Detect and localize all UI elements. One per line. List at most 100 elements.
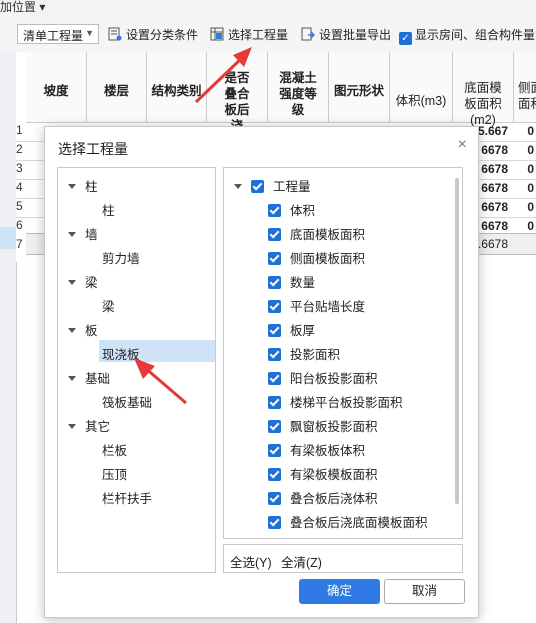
column-header[interactable]: 体积(m3) [390,52,453,123]
top-menu-strip: 加位置 ▾ [0,0,536,16]
export-icon [301,27,315,41]
row-number: 5 [16,199,23,213]
column-header[interactable]: 结构类别 [147,52,207,123]
select-all-button[interactable]: 全选(Y) [230,552,272,571]
checkbox-checked-icon [268,348,281,361]
row-number: 6 [16,218,23,232]
quantity-checkbox[interactable]: 楼梯平台板投影面积 [268,392,403,411]
tree-leaf-coping[interactable]: 压顶 [102,464,127,483]
checkbox-checked-icon [268,492,281,505]
checkbox-checked-icon [251,180,264,193]
table-cell: 6678 [481,219,508,233]
quantity-type-select[interactable]: 清单工程量 ▼ [17,24,99,44]
row-number: 2 [16,142,23,156]
quantity-checkbox[interactable]: 平台贴墙长度 [268,296,365,315]
show-rooms-checkbox[interactable]: ✓ 显示房间、组合构件量 [399,26,535,45]
table-cell: 6678 [481,200,508,214]
table-cell: 6678 [481,162,508,176]
checkbox-checked-icon [268,228,281,241]
batch-export-button[interactable]: 设置批量导出 [301,26,391,43]
chevron-down-icon: ▼ [85,28,94,38]
top-menu-label[interactable]: 加位置 ▾ [0,0,45,15]
checkbox-checked-icon [268,372,281,385]
column-header[interactable]: 图元形状 [329,52,390,123]
quantity-checkbox[interactable]: 体积 [268,200,315,219]
tree-leaf-parapet[interactable]: 栏板 [102,440,127,459]
table-cell: 5.6678 [478,124,508,138]
close-icon[interactable]: × [458,136,467,154]
checklist-scrollbar[interactable] [455,178,459,504]
selection-bar: 全选(Y) 全清(Z) [223,544,463,573]
caret-down-icon [68,232,76,237]
tree-leaf-shear-wall[interactable]: 剪力墙 [102,248,140,267]
component-tree: 柱 柱 墙 剪力墙 梁 梁 板 现浇板 基础 筏板基础 其它 栏板 压顶 栏杆扶… [57,167,216,573]
category-settings-icon [108,27,122,41]
table-cell: 6678 [481,143,508,157]
caret-down-icon [68,328,76,333]
set-category-label: 设置分类条件 [126,28,199,42]
tree-node-foundation[interactable]: 基础 [68,368,110,387]
checkbox-checked-icon [268,444,281,457]
column-header[interactable]: 楼层 [87,52,147,123]
row-number: 1 [16,123,23,137]
column-header[interactable]: 是否叠合板后浇 [207,52,268,133]
show-rooms-label: 显示房间、组合构件量 [415,28,536,42]
dialog-title: 选择工程量 [58,141,128,157]
column-header[interactable]: 底面模板面积(m2) [453,52,514,127]
select-quantity-label: 选择工程量 [228,28,289,42]
quantity-checkbox[interactable]: 投影面积 [268,344,340,363]
tree-leaf-railing[interactable]: 栏杆扶手 [102,488,152,507]
quantity-checkbox[interactable]: 数量 [268,272,315,291]
checkbox-checked-icon [268,396,281,409]
tree-node-column[interactable]: 柱 [68,176,98,195]
toolbar: 清单工程量 ▼ 设置分类条件 选择工程量 设置批量导出 ✓ 显示房间、组合构件量 [0,16,536,53]
tree-node-beam[interactable]: 梁 [68,272,98,291]
quantity-checkbox[interactable]: 有梁板模板面积 [268,464,378,483]
tree-leaf-raft-foundation[interactable]: 筏板基础 [102,392,152,411]
column-header[interactable]: 坡度 [26,52,87,123]
row-number: 4 [16,180,23,194]
column-header[interactable]: 混凝土强度等级 [268,52,329,123]
cancel-button[interactable]: 取消 [384,579,465,604]
checkbox-checked-icon [268,468,281,481]
caret-down-icon [68,424,76,429]
left-side-pane [0,52,17,623]
quantity-checkbox[interactable]: 叠合板后浇体积 [268,488,378,507]
caret-down-icon [68,376,76,381]
column-header[interactable]: 侧面面积 [514,52,536,123]
caret-down-icon [68,184,76,189]
checkbox-checked-icon [268,516,281,529]
caret-down-icon [234,184,242,189]
checkbox-checked-icon: ✓ [399,32,412,45]
tree-leaf-cast-slab[interactable]: 现浇板 [102,344,140,363]
clear-all-button[interactable]: 全清(Z) [281,552,322,571]
table-cell: 6678 [481,181,508,195]
tree-leaf-column[interactable]: 柱 [102,200,115,219]
quantity-checkbox[interactable]: 有梁板板体积 [268,440,365,459]
checkbox-checked-icon [268,324,281,337]
tree-node-wall[interactable]: 墙 [68,224,98,243]
grid-select-icon [210,27,224,41]
tree-node-other[interactable]: 其它 [68,416,110,435]
root-quantity-checkbox[interactable]: 工程量 [234,176,311,195]
select-quantity-dialog: 选择工程量 × 柱 柱 墙 剪力墙 梁 梁 板 现浇板 基础 筏板基础 其它 栏… [44,126,479,618]
quantity-checkbox[interactable]: 侧面模板面积 [268,248,365,267]
checkbox-checked-icon [268,300,281,313]
quantity-checkbox[interactable]: 底面模板面积 [268,224,365,243]
checkbox-checked-icon [268,276,281,289]
batch-export-label: 设置批量导出 [319,28,392,42]
checkbox-checked-icon [268,252,281,265]
tree-node-slab[interactable]: 板 [68,320,98,339]
checkbox-checked-icon [268,420,281,433]
tree-leaf-beam[interactable]: 梁 [102,296,115,315]
select-quantity-button[interactable]: 选择工程量 [210,26,288,43]
quantity-checklist: 工程量 体积 底面模板面积 侧面模板面积 数量 平台贴墙长度 板厚 投影面积 阳… [223,167,463,539]
ok-button[interactable]: 确定 [299,579,380,604]
quantity-checkbox[interactable]: 板厚 [268,320,315,339]
quantity-checkbox[interactable]: 叠合板后浇底面模板面积 [268,512,428,531]
quantity-checkbox[interactable]: 飘窗板投影面积 [268,416,378,435]
left-pane-selected-row[interactable] [0,227,16,249]
set-category-button[interactable]: 设置分类条件 [108,26,198,43]
quantity-checkbox[interactable]: 阳台板投影面积 [268,368,378,387]
row-number: 3 [16,161,23,175]
